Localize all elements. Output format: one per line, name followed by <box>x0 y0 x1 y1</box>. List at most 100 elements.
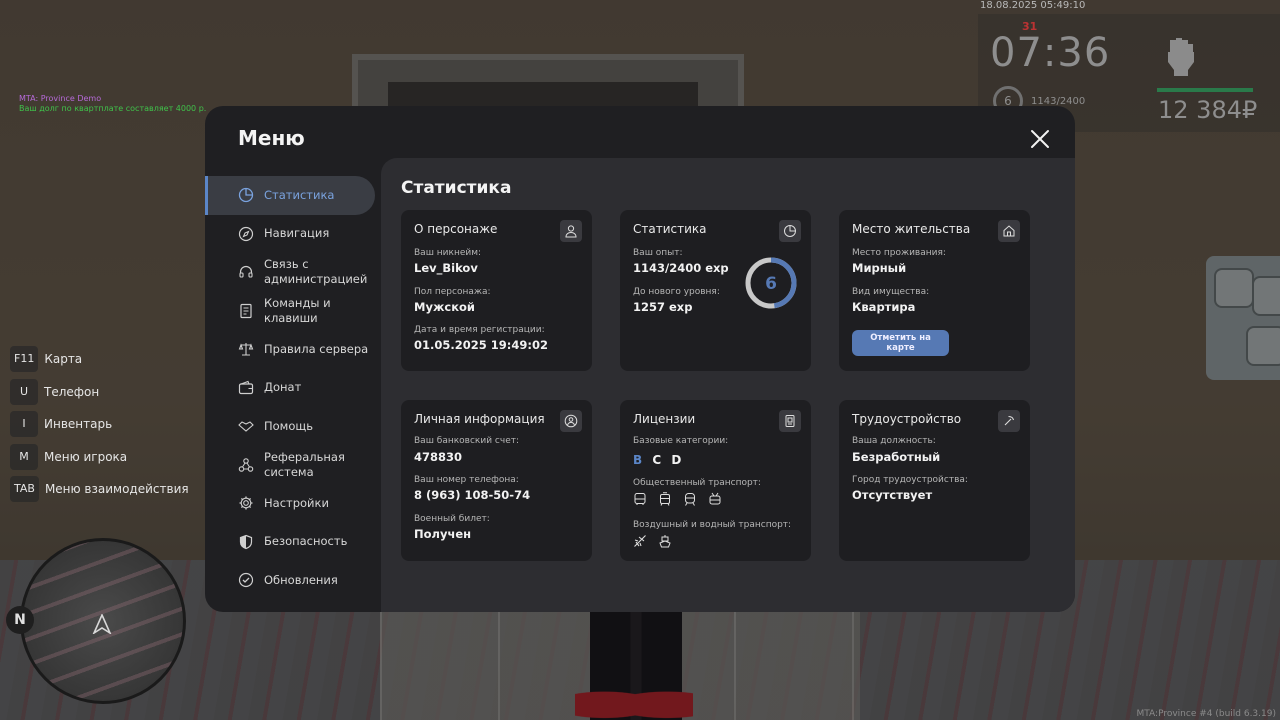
personal-card: Личная информация Ваш банковский счет: 4… <box>401 400 592 561</box>
exp-value: 1143/2400 exp <box>633 261 729 275</box>
minimap-north: N <box>6 606 34 634</box>
plane-icon <box>634 535 646 547</box>
field-label: До нового уровня: <box>633 287 720 297</box>
field-label: Вид имущества: <box>852 287 930 297</box>
field-label: Ваша должность: <box>852 436 936 446</box>
hotkey-phone[interactable]: U Телефон <box>10 378 189 405</box>
position-value: Безработный <box>852 450 941 464</box>
home-icon <box>998 220 1020 242</box>
menu-window: Меню Статистика Навигация Связь с админи… <box>205 106 1075 612</box>
chat-line: Ваш долг по квартплате составляет 4000 р… <box>19 104 207 113</box>
registration-value: 01.05.2025 19:49:02 <box>414 338 548 352</box>
hotkey-inventory[interactable]: I Инвентарь <box>10 411 189 437</box>
update-icon <box>238 573 254 588</box>
sidebar-item-label: Донат <box>264 380 302 395</box>
menu-title: Меню <box>238 126 305 150</box>
air-water-transport-icons <box>633 534 683 548</box>
sidebar-item-navigation[interactable]: Навигация <box>205 215 381 254</box>
field-label: Место проживания: <box>852 248 946 258</box>
field-label: Город трудоустройства: <box>852 475 968 485</box>
sidebar-item-referral[interactable]: Реферальная система <box>205 446 381 485</box>
card-title: О персонаже <box>414 222 498 236</box>
sidebar-item-label: Настройки <box>264 495 329 510</box>
sidebar-item-admin-contact[interactable]: Связь с администрацией <box>205 253 381 292</box>
residence-value: Мирный <box>852 261 907 275</box>
sidebar-item-label: Правила сервера <box>264 341 369 356</box>
next-level-value: 1257 exp <box>633 300 693 314</box>
build-info: MTA:Province #4 (build 6.3.19) <box>1136 709 1276 719</box>
sidebar-item-label: Статистика <box>264 187 335 202</box>
chat-box: MTA: Province Demo Ваш долг по квартплат… <box>19 94 206 114</box>
residence-card: Место жительства Место проживания: Мирны… <box>839 210 1030 371</box>
document-icon <box>240 303 252 318</box>
card-title: Трудоустройство <box>852 412 962 426</box>
compass-icon <box>238 226 254 241</box>
field-label: Ваш никнейм: <box>414 248 482 258</box>
sidebar-item-label: Команды и клавиши <box>264 295 331 325</box>
hotkey-label: Меню взаимодействия <box>44 482 189 496</box>
sidebar-item-label: Безопасность <box>264 534 348 549</box>
user-circle-icon <box>560 410 582 432</box>
key-cap: I <box>10 411 38 437</box>
sidebar-item-help[interactable]: Помощь <box>205 407 381 446</box>
key-cap: F11 <box>10 346 39 372</box>
hotkey-map[interactable]: F11 Карта <box>10 346 189 372</box>
scales-icon <box>238 343 254 356</box>
nickname-value: Lev_Bikov <box>414 261 478 275</box>
sidebar-item-rules[interactable]: Правила сервера <box>205 330 381 369</box>
pickaxe-icon <box>998 410 1020 432</box>
id-card-icon <box>779 410 801 432</box>
chart-pie-icon <box>779 220 801 242</box>
hotkey-player-menu[interactable]: M Меню игрока <box>10 443 189 470</box>
user-icon <box>560 220 582 242</box>
sidebar-item-settings[interactable]: Настройки <box>205 484 381 523</box>
stats-card: Статистика Ваш опыт: 1143/2400 exp До но… <box>620 210 811 371</box>
hud-health-bar <box>1157 88 1253 92</box>
sidebar-item-donate[interactable]: Донат <box>205 369 381 408</box>
key-cap: M <box>10 443 38 470</box>
card-title: Личная информация <box>414 412 545 426</box>
train-icon <box>685 493 695 506</box>
sidebar-item-label: Обновления <box>264 572 338 587</box>
sidebar-item-statistics[interactable]: Статистика <box>205 176 375 215</box>
hotkey-label: Инвентарь <box>44 417 113 431</box>
trolleybus-icon <box>709 492 721 505</box>
field-label: Базовые категории: <box>633 436 729 446</box>
gear-icon <box>239 496 253 510</box>
field-label: Военный билет: <box>414 514 490 524</box>
hotkey-label: Меню игрока <box>44 449 128 464</box>
gender-value: Мужской <box>414 300 475 314</box>
headset-icon <box>239 266 253 278</box>
property-type-value: Квартира <box>852 300 916 314</box>
mark-on-map-button[interactable]: Отметить на карте <box>852 330 949 356</box>
ship-icon <box>659 535 671 548</box>
fist-icon <box>1168 38 1194 76</box>
employment-card: Трудоустройство Ваша должность: Безработ… <box>839 400 1030 561</box>
content-title: Статистика <box>401 178 512 198</box>
content-panel: Статистика О персонаже Ваш никнейм: Lev_… <box>381 158 1075 612</box>
sidebar-item-security[interactable]: Безопасность <box>205 523 381 562</box>
chart-pie-icon <box>238 188 254 203</box>
sidebar-item-label: Реферальная система <box>264 449 345 479</box>
sidebar-item-updates[interactable]: Обновления <box>205 561 381 600</box>
employment-city-value: Отсутствует <box>852 488 933 502</box>
card-title: Место жительства <box>852 222 971 236</box>
hotkey-label: Телефон <box>44 384 100 399</box>
close-icon[interactable] <box>1029 128 1051 150</box>
level-number: 6 <box>765 274 777 294</box>
field-label: Пол персонажа: <box>414 287 491 297</box>
player-arrow-icon <box>92 614 112 634</box>
level-ring: 6 <box>745 257 797 309</box>
bank-account-value: 478830 <box>414 450 463 464</box>
sidebar-item-commands[interactable]: Команды и клавиши <box>205 292 381 331</box>
hotkey-list: F11 Карта U Телефон I Инвентарь M Меню игрок… <box>10 346 189 509</box>
license-categories: B C D <box>633 453 687 467</box>
tram-icon <box>660 492 670 506</box>
card-title: Лицензии <box>633 412 696 426</box>
card-title: Статистика <box>633 222 707 236</box>
hotkey-interaction-menu[interactable]: TAB Меню взаимодействия <box>10 476 189 502</box>
sidebar: Статистика Навигация Связь с администрац… <box>205 176 381 600</box>
public-transport-icons <box>633 492 733 506</box>
phone-value: 8 (963) 108-50-74 <box>414 488 531 502</box>
license-category: D <box>671 453 682 467</box>
